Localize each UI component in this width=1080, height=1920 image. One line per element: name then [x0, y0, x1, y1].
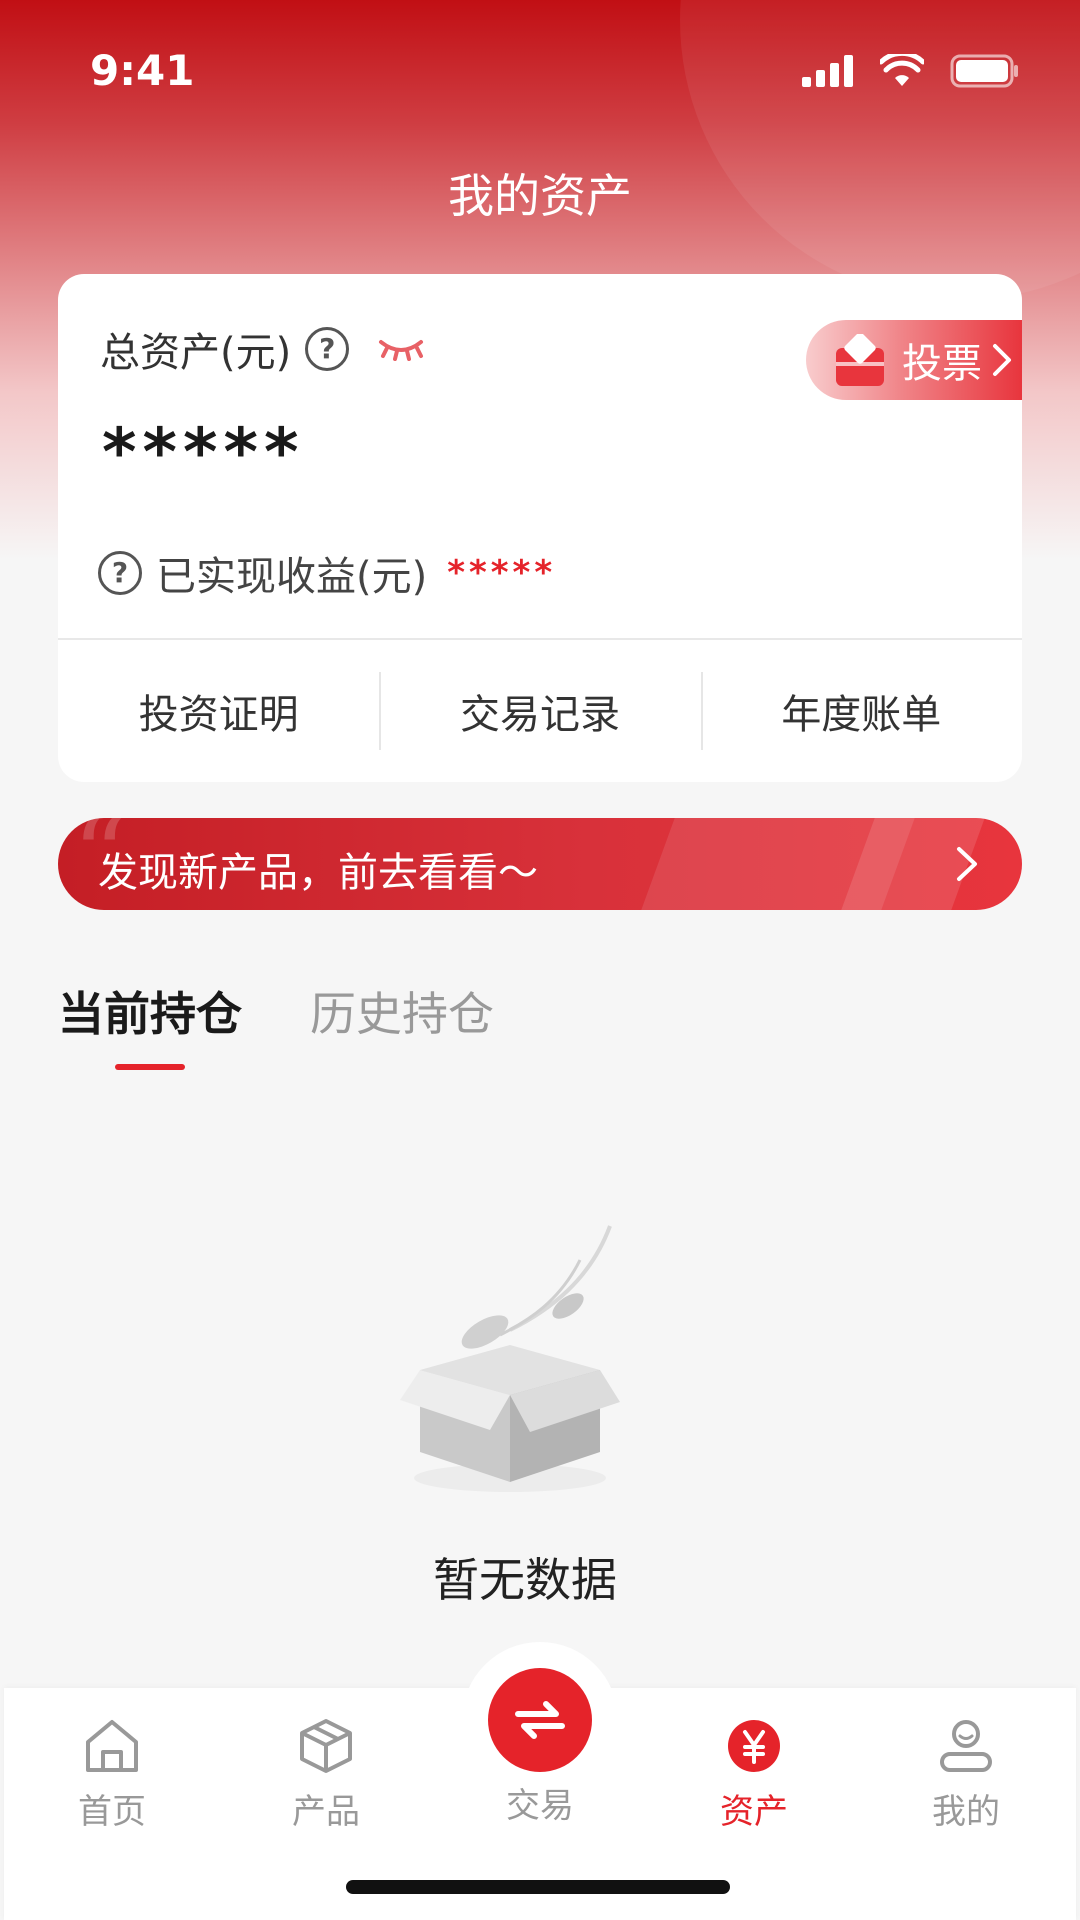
- tab-history-holdings[interactable]: 历史持仓: [310, 978, 494, 1044]
- promo-text: 发现新产品，前去看看～: [98, 850, 538, 896]
- promo-banner[interactable]: “ 发现新产品，前去看看～: [58, 818, 1022, 910]
- realized-profit-row: ? 已实现收益(元) *****: [98, 544, 556, 602]
- status-icons: [802, 54, 1020, 88]
- realized-profit-label: 已实现收益(元): [156, 554, 428, 600]
- nav-mine[interactable]: 我的: [886, 1718, 1046, 1833]
- empty-state-text: 暂无数据: [433, 1553, 617, 1607]
- box-icon: [300, 1719, 352, 1773]
- chevron-right-icon: [957, 847, 977, 881]
- transaction-records-button[interactable]: 交易记录: [379, 640, 700, 782]
- nav-home[interactable]: 首页: [32, 1718, 192, 1833]
- exchange-icon: [515, 1701, 565, 1739]
- help-icon[interactable]: ?: [305, 327, 350, 371]
- realized-profit-value: *****: [447, 553, 557, 593]
- active-tab-indicator: [115, 1064, 185, 1070]
- home-indicator: [346, 1880, 730, 1894]
- status-time: 9:41: [90, 46, 195, 95]
- trade-button[interactable]: [488, 1668, 592, 1772]
- user-icon: [940, 1720, 992, 1772]
- asset-summary-card: 总资产(元) ? 投票 ***** ? 已实现收益(元) ***** 投资证明 …: [58, 274, 1022, 782]
- nav-asset[interactable]: 资产: [674, 1718, 834, 1833]
- card-actions: 投资证明 交易记录 年度账单: [58, 640, 1022, 782]
- annual-statement-button[interactable]: 年度账单: [700, 640, 1022, 782]
- tab-current-holdings[interactable]: 当前持仓: [58, 978, 242, 1044]
- help-icon[interactable]: ?: [98, 551, 142, 595]
- chevron-right-icon: [993, 344, 1011, 376]
- home-icon: [86, 1720, 138, 1772]
- investment-proof-button[interactable]: 投资证明: [58, 640, 379, 782]
- nav-product[interactable]: 产品: [246, 1718, 406, 1833]
- wifi-icon: [880, 54, 924, 86]
- nav-label: 交易: [506, 1786, 574, 1826]
- ballot-icon: [836, 334, 884, 386]
- total-assets-label: 总资产(元): [100, 330, 292, 376]
- nav-label: 首页: [78, 1792, 146, 1832]
- nav-label: 产品: [292, 1792, 360, 1832]
- vote-label: 投票: [902, 341, 982, 387]
- battery-icon: [950, 54, 1018, 88]
- total-assets-row: 总资产(元) ?: [100, 320, 425, 378]
- vote-button[interactable]: 投票: [806, 320, 1022, 400]
- empty-box-icon: [400, 1225, 620, 1492]
- eye-closed-icon[interactable]: [377, 336, 425, 362]
- page-title: 我的资产: [448, 169, 632, 223]
- status-bar: 9:41: [0, 0, 1080, 140]
- signal-icon: [802, 55, 853, 87]
- total-assets-value: *****: [102, 414, 305, 491]
- nav-label: 我的: [932, 1792, 1000, 1832]
- yuan-icon: [728, 1720, 780, 1772]
- nav-label: 资产: [720, 1792, 788, 1832]
- nav-trade[interactable]: 交易: [460, 1668, 620, 1827]
